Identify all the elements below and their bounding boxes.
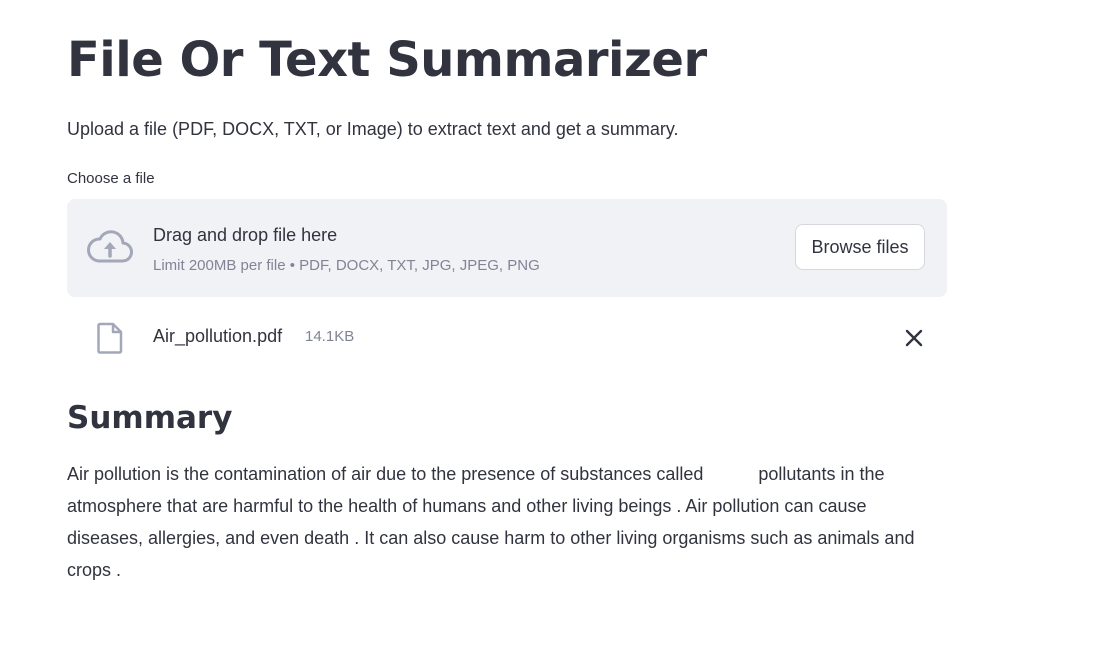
dropzone-limit-text: Limit 200MB per file • PDF, DOCX, TXT, J… [153, 257, 540, 274]
summary-line: atmosphere that are harmful to the healt… [67, 496, 867, 516]
uploaded-file-row: Air_pollution.pdf 14.1KB [67, 316, 947, 358]
page-title: File Or Text Summarizer [67, 32, 707, 88]
file-icon [97, 322, 123, 354]
summary-line: Air pollution is the contamination of ai… [67, 464, 885, 484]
uploaded-file-name: Air_pollution.pdf [153, 326, 283, 346]
summary-line: crops . [67, 560, 122, 580]
file-uploader-label: Choose a file [67, 170, 155, 187]
browse-files-button[interactable]: Browse files [795, 224, 925, 270]
app-page: File Or Text Summarizer Upload a file (P… [0, 0, 1113, 660]
dropzone-title: Drag and drop file here [153, 225, 338, 245]
summary-heading: Summary [67, 400, 233, 436]
remove-file-button[interactable] [900, 324, 928, 352]
summary-text: Air pollution is the contamination of ai… [67, 458, 947, 586]
uploaded-file-size: 14.1KB [305, 328, 355, 345]
file-dropzone[interactable]: Drag and drop file here Limit 200MB per … [67, 199, 947, 297]
cloud-upload-icon [87, 230, 133, 263]
page-subtitle: Upload a file (PDF, DOCX, TXT, or Image)… [67, 119, 679, 139]
summary-line: diseases, allergies, and even death . It… [67, 528, 915, 548]
close-icon [905, 329, 923, 347]
